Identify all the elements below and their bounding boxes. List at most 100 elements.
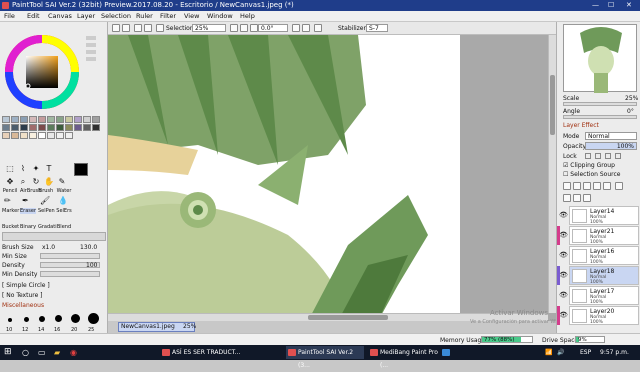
deselect-icon[interactable] xyxy=(134,24,142,32)
preset-dot[interactable] xyxy=(8,318,12,322)
tool-pencil[interactable]: Pencil xyxy=(2,188,18,194)
primary-color-box[interactable] xyxy=(74,163,88,176)
tool-marker[interactable]: Marker xyxy=(2,208,19,214)
eye-icon[interactable]: 👁 xyxy=(559,211,568,219)
network-icon[interactable]: 📶 xyxy=(545,349,552,356)
zoom-select[interactable]: 25% xyxy=(192,24,226,32)
layer-row[interactable]: 👁 Layer17 Normal 100% xyxy=(557,286,640,305)
menu-view[interactable]: View xyxy=(184,12,199,20)
brush-edge-selector[interactable] xyxy=(2,232,106,241)
search-icon[interactable]: ○ xyxy=(22,348,29,357)
zoom-tool-icon[interactable]: ⌕ xyxy=(17,177,29,187)
eye-icon[interactable]: 👁 xyxy=(559,271,568,279)
merge-selected-icon[interactable] xyxy=(573,194,581,202)
brush-shape-select[interactable]: [ Simple Circle ] xyxy=(2,282,50,289)
layer-row[interactable]: 👁 Layer20 Normal 100% xyxy=(557,306,640,325)
taskbar-item[interactable] xyxy=(440,346,490,359)
tool-selers[interactable]: SelErs xyxy=(56,208,72,214)
selection-source-checkbox[interactable]: ☐ Selection Source xyxy=(563,171,620,178)
taskbar-item[interactable]: MediBang Paint Pro (... xyxy=(368,346,438,369)
delete-layer-icon[interactable] xyxy=(615,182,623,190)
copy-layer-icon[interactable] xyxy=(583,182,591,190)
lasso-tool-icon[interactable]: ⌇ xyxy=(17,164,29,174)
min-size-slider[interactable] xyxy=(40,253,100,259)
tool-gradation[interactable]: Gradati xyxy=(38,224,57,230)
layer-row[interactable]: 👁 Layer16 Normal 100% xyxy=(557,246,640,265)
minimize-button[interactable]: — xyxy=(592,1,599,9)
opacity-slider[interactable]: 100% xyxy=(585,142,637,150)
new-layer-icon[interactable] xyxy=(563,182,571,190)
layer-row[interactable]: 👁 Layer18 Normal 100% xyxy=(557,266,640,285)
min-density-slider[interactable] xyxy=(40,271,100,277)
eye-icon[interactable]: 👁 xyxy=(559,251,568,259)
new-folder-icon[interactable] xyxy=(573,182,581,190)
color-wheel[interactable] xyxy=(4,34,84,114)
file-explorer-icon[interactable]: ▰ xyxy=(54,348,60,357)
windows-start-icon[interactable]: ⊞ xyxy=(4,348,13,357)
zoom-out-icon[interactable] xyxy=(230,24,238,32)
preset-dot[interactable] xyxy=(71,314,80,323)
misc-label[interactable]: Miscellaneous xyxy=(2,302,44,309)
lock-move-icon[interactable] xyxy=(595,153,601,159)
stabilizer-select[interactable]: S-7 xyxy=(366,24,388,32)
tool-eraser[interactable]: Eraser xyxy=(20,208,36,214)
preset-dot[interactable] xyxy=(39,316,45,322)
tool-water[interactable]: Water xyxy=(56,188,72,194)
magic-wand-icon[interactable]: ✦ xyxy=(30,164,42,174)
menu-window[interactable]: Window xyxy=(207,12,233,20)
canvas[interactable] xyxy=(108,35,460,321)
brush-size-mult[interactable]: x1.0 xyxy=(42,244,55,251)
swatch-palette[interactable] xyxy=(2,116,106,140)
taskbar-item[interactable]: PaintTool SAI Ver.2 (3... xyxy=(286,346,364,369)
scale-slider[interactable] xyxy=(563,102,637,106)
selection-tool-icon[interactable]: ⬚ xyxy=(4,164,16,174)
angle-value[interactable]: 0° xyxy=(627,108,634,115)
move-tool-icon[interactable]: ✥ xyxy=(4,177,16,187)
canvas-area[interactable] xyxy=(108,35,556,321)
taskbar-item[interactable]: ASÍ ES SER TRADUCT... xyxy=(160,346,280,359)
tool-airbrush[interactable]: AirBrush xyxy=(20,188,41,194)
flip-icon[interactable] xyxy=(314,24,322,32)
tool-bucket[interactable]: Bucket xyxy=(2,224,19,230)
transfer-down-icon[interactable] xyxy=(563,194,571,202)
menu-layer[interactable]: Layer xyxy=(77,12,95,20)
undo-icon[interactable] xyxy=(112,24,120,32)
menu-filter[interactable]: Filter xyxy=(160,12,176,20)
zoom-reset-icon[interactable] xyxy=(250,24,258,32)
tool-blend[interactable]: Blend xyxy=(56,224,72,230)
preset-dot[interactable] xyxy=(88,313,99,324)
eye-icon[interactable]: 👁 xyxy=(559,231,568,239)
menu-ruler[interactable]: Ruler xyxy=(136,12,153,20)
color-mode-buttons[interactable] xyxy=(86,36,98,106)
layer-effect-label[interactable]: Layer Effect xyxy=(563,122,599,129)
invert-selection-icon[interactable] xyxy=(144,24,152,32)
merge-down-icon[interactable] xyxy=(593,182,601,190)
eye-icon[interactable]: 👁 xyxy=(559,311,568,319)
document-tab[interactable]: NewCanvas1.jpeg 25% xyxy=(118,322,196,332)
eyedropper-tool-icon[interactable]: ✎ xyxy=(56,177,68,187)
clear-layer-icon[interactable] xyxy=(603,182,611,190)
selection-visibility-icon[interactable] xyxy=(156,24,164,32)
menu-help[interactable]: Help xyxy=(240,12,255,20)
menu-selection[interactable]: Selection xyxy=(101,12,131,20)
lock-icon[interactable] xyxy=(585,153,591,159)
task-view-icon[interactable]: ▭ xyxy=(38,348,46,357)
tool-brush[interactable]: Brush xyxy=(38,188,54,194)
clipping-group-checkbox[interactable]: ☑ Clipping Group xyxy=(563,162,615,169)
navigator-preview[interactable] xyxy=(563,24,637,93)
volume-icon[interactable]: 🔊 xyxy=(557,349,564,356)
flatten-icon[interactable] xyxy=(583,194,591,202)
chrome-icon[interactable]: ◉ xyxy=(70,348,77,357)
menu-canvas[interactable]: Canvas xyxy=(48,12,72,20)
close-button[interactable]: ✕ xyxy=(626,1,632,9)
menu-edit[interactable]: Edit xyxy=(27,12,40,20)
layer-row[interactable]: 👁 Layer21 Normal 100% xyxy=(557,226,640,245)
maximize-button[interactable]: ☐ xyxy=(608,1,614,9)
vertical-scrollbar[interactable] xyxy=(548,35,556,313)
brush-texture-select[interactable]: [ No Texture ] xyxy=(2,292,43,299)
preset-dot[interactable] xyxy=(24,317,29,322)
preset-dot[interactable] xyxy=(55,315,62,322)
keyboard-language[interactable]: ESP xyxy=(580,349,591,356)
brush-size-value[interactable]: 130.0 xyxy=(80,244,97,251)
angle-select[interactable]: 0.0° xyxy=(258,24,288,32)
